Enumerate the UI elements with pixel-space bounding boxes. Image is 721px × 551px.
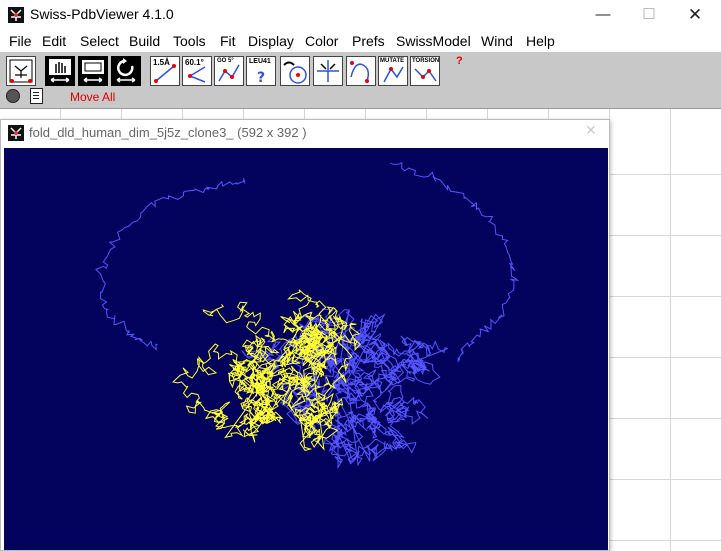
hand-move-icon bbox=[49, 59, 71, 83]
molecule-window-titlebar[interactable]: fold_dld_human_dim_5j5z_clone3_ (592 x 3… bbox=[1, 120, 609, 147]
menu-edit[interactable]: Edit bbox=[42, 33, 66, 49]
center-atom-button[interactable] bbox=[280, 56, 310, 86]
menu-build[interactable]: Build bbox=[129, 33, 160, 49]
move-all-label[interactable]: Move All bbox=[70, 90, 115, 104]
menu-color[interactable]: Color bbox=[305, 33, 338, 49]
molecule-window-title: fold_dld_human_dim_5j5z_clone3_ (592 x 3… bbox=[29, 125, 307, 140]
translate-button[interactable] bbox=[45, 56, 75, 86]
menu-fit[interactable]: Fit bbox=[220, 33, 236, 49]
protein-structure bbox=[95, 162, 520, 470]
angle-label: 60.1° bbox=[185, 58, 204, 67]
menu-select[interactable]: Select bbox=[80, 33, 119, 49]
molecule-window-close-button[interactable]: ✕ bbox=[585, 122, 597, 139]
zoom-button[interactable] bbox=[78, 56, 108, 86]
maximize-button[interactable]: ☐ bbox=[626, 0, 672, 30]
close-button[interactable]: ✕ bbox=[672, 0, 718, 30]
mutate-label: MUTATE bbox=[380, 58, 405, 64]
menu-display[interactable]: Display bbox=[248, 33, 294, 49]
molecule-viewport[interactable] bbox=[4, 148, 608, 550]
dihedral-label: GO 5° bbox=[217, 58, 234, 64]
angle-button[interactable]: 60.1° bbox=[182, 56, 212, 86]
center-atom-icon bbox=[283, 61, 307, 84]
ramachandran-icon bbox=[350, 61, 370, 83]
svg-text:?: ? bbox=[257, 70, 265, 85]
chain-b-left-arm bbox=[95, 178, 246, 351]
center-molecule-icon bbox=[9, 59, 33, 83]
title-bar: Swiss-PdbViewer 4.1.0 — ☐ ✕ bbox=[0, 0, 721, 30]
distance-button[interactable]: 1.5Å bbox=[150, 56, 180, 86]
mutate-button[interactable]: MUTATE bbox=[378, 56, 408, 86]
menu-tools[interactable]: Tools bbox=[173, 33, 206, 49]
dihedral-button[interactable]: GO 5° bbox=[214, 56, 244, 86]
fit-button[interactable] bbox=[313, 56, 343, 86]
menu-help[interactable]: Help bbox=[526, 33, 555, 49]
globe-icon[interactable] bbox=[6, 89, 20, 103]
center-molecule-button[interactable] bbox=[6, 56, 36, 86]
distance-label: 1.5Å bbox=[153, 58, 170, 67]
ramachandran-button[interactable] bbox=[346, 56, 376, 86]
app-logo-icon bbox=[8, 7, 24, 23]
torsion-label: TORSION bbox=[412, 58, 440, 64]
fit-icon bbox=[317, 60, 339, 82]
rotate-icon bbox=[116, 58, 136, 83]
document-icon[interactable] bbox=[30, 88, 43, 104]
zoom-screen-icon bbox=[82, 60, 104, 83]
app-title: Swiss-PdbViewer 4.1.0 bbox=[30, 6, 174, 22]
menu-wind[interactable]: Wind bbox=[481, 33, 513, 49]
identify-button[interactable]: LEU41 ? bbox=[246, 56, 276, 86]
identify-label: LEU41 bbox=[249, 58, 271, 65]
molecule-window: fold_dld_human_dim_5j5z_clone3_ (592 x 3… bbox=[0, 119, 610, 551]
menu-file[interactable]: File bbox=[9, 33, 32, 49]
minimize-button[interactable]: — bbox=[580, 0, 626, 30]
menu-bar: File Edit Select Build Tools Fit Display… bbox=[0, 30, 721, 52]
menu-prefs[interactable]: Prefs bbox=[352, 33, 385, 49]
torsion-button[interactable]: TORSION bbox=[410, 56, 440, 86]
chain-b-right-arm bbox=[390, 162, 520, 363]
menu-swissmodel[interactable]: SwissModel bbox=[396, 33, 471, 49]
rotate-button[interactable] bbox=[111, 56, 141, 86]
help-question-icon[interactable]: ? bbox=[456, 55, 463, 67]
app-logo-icon bbox=[8, 125, 24, 141]
